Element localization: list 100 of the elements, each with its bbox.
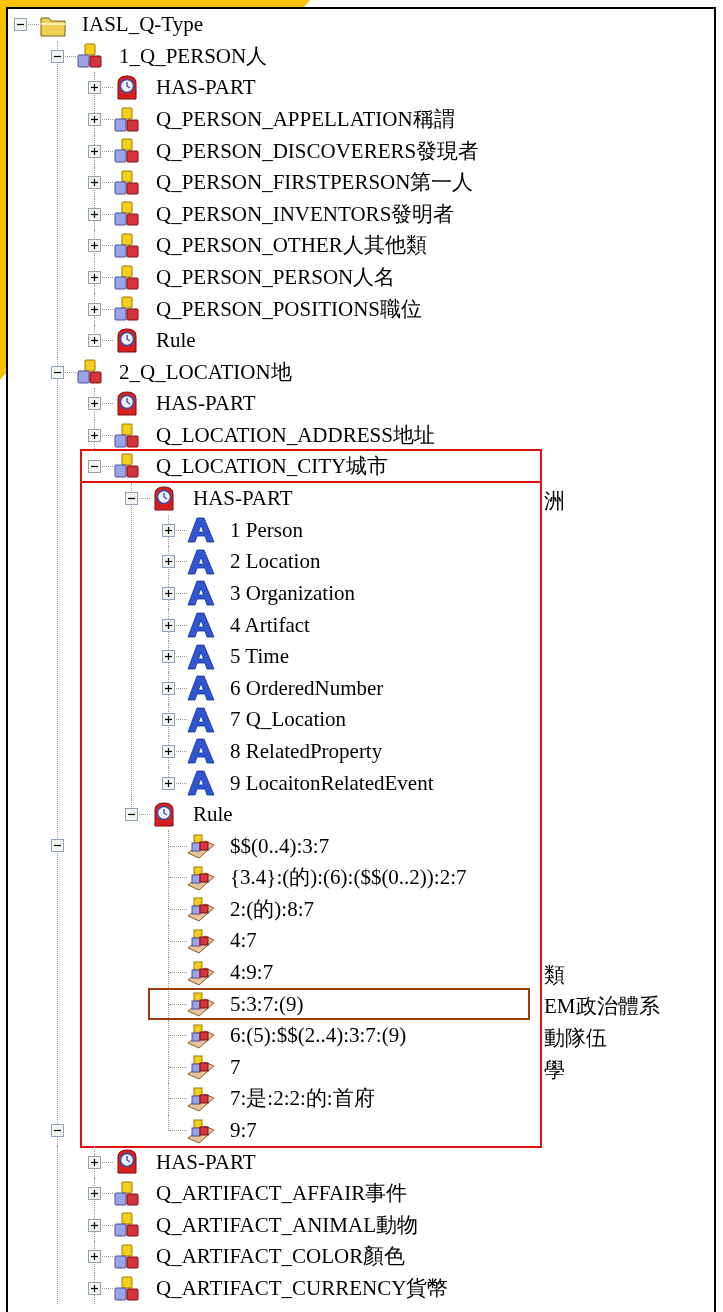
expand-icon[interactable]: [162, 650, 175, 664]
expand-icon[interactable]: [162, 555, 175, 569]
cubes-tray-icon: [187, 959, 215, 986]
tree-item-label[interactable]: Q_ARTIFACT_CURRENCY貨幣: [156, 1277, 449, 1301]
expand-icon[interactable]: [88, 207, 101, 221]
expand-icon[interactable]: [88, 176, 101, 190]
expand-icon[interactable]: [162, 744, 175, 758]
tree-item-label[interactable]: HAS-PART: [156, 76, 256, 100]
collapse-icon[interactable]: [51, 49, 64, 63]
tree-item-label[interactable]: 4:7: [230, 929, 257, 953]
expand-icon[interactable]: [162, 776, 175, 790]
letter-a-icon: [187, 770, 215, 797]
cubes-tray-icon: [187, 928, 215, 954]
cubes-tray-icon: [187, 1054, 215, 1081]
tree-item-label[interactable]: Q_PERSON_FIRSTPERSON第一人: [156, 171, 474, 195]
letter-a-icon: [187, 517, 215, 544]
collapse-icon[interactable]: [88, 459, 101, 473]
letter-a-icon: [187, 643, 215, 670]
expand-icon[interactable]: [88, 144, 101, 158]
tree-item-label[interactable]: Q_PERSON_PERSON人名: [156, 266, 396, 290]
expand-icon[interactable]: [88, 1218, 101, 1232]
collapse-icon[interactable]: [125, 492, 138, 506]
tree-item-label[interactable]: 7: [230, 1055, 241, 1079]
tree-item-label[interactable]: 2 Location: [230, 550, 321, 574]
tree-item-label[interactable]: {3.4}:(的):(6):($$(0..2)):2:7: [230, 866, 467, 890]
tree-item-label[interactable]: 4:9:7: [230, 961, 274, 985]
cubes-icon: [113, 264, 141, 291]
expand-icon[interactable]: [88, 239, 101, 253]
cubes-tray-icon: [187, 1117, 215, 1144]
tree-item-label[interactable]: 2:(的):8:7: [230, 897, 314, 921]
tree-item-label[interactable]: Q_ARTIFACT_COLOR顏色: [156, 1245, 406, 1269]
expand-icon[interactable]: [162, 523, 175, 537]
cubes-icon: [113, 1180, 141, 1207]
tree-item-label[interactable]: Rule: [156, 329, 196, 353]
collapse-icon[interactable]: [51, 839, 64, 853]
tree-item-label[interactable]: 2_Q_LOCATION地: [119, 360, 292, 384]
tree-item-label[interactable]: 9:7: [230, 1119, 257, 1143]
tree-item-label[interactable]: IASL_Q-Type: [82, 13, 203, 37]
tree-item-label[interactable]: 5 Time: [230, 645, 289, 669]
tree-item-label[interactable]: Q_PERSON_OTHER人其他類: [156, 234, 427, 258]
cubes-icon: [113, 296, 141, 323]
tree-item-label: 學: [544, 1056, 565, 1084]
cubes-icon: [113, 422, 141, 449]
cubes-icon: [113, 201, 141, 228]
expand-icon[interactable]: [88, 1155, 101, 1169]
cubes-icon: [113, 1275, 141, 1302]
cubes-icon: [76, 359, 104, 386]
letter-a-icon: [187, 548, 215, 575]
tree-item-label[interactable]: 3 Organization: [230, 581, 355, 606]
collapse-icon[interactable]: [125, 808, 138, 822]
expand-icon[interactable]: [162, 713, 175, 727]
tree-item-label[interactable]: 8 RelatedProperty: [230, 739, 383, 763]
tree-item-label[interactable]: Q_PERSON_INVENTORS發明者: [156, 202, 455, 226]
cubes-tray-icon: [187, 991, 215, 1018]
expand-icon[interactable]: [162, 681, 175, 695]
tree-item-label[interactable]: Q_ARTIFACT_AFFAIR事件: [156, 1182, 408, 1206]
tree-item-label[interactable]: Q_PERSON_DISCOVERERS發現者: [156, 139, 480, 163]
tree-item-label[interactable]: HAS-PART: [193, 487, 293, 511]
collapse-icon[interactable]: [51, 1123, 64, 1137]
tree-item-label[interactable]: $$(0..4):3:7: [230, 834, 330, 858]
collapse-icon[interactable]: [14, 18, 27, 32]
tree-item-label[interactable]: 1 Person: [230, 518, 303, 542]
tree-item-label[interactable]: Q_LOCATION_ADDRESS地址: [156, 423, 435, 448]
expand-icon[interactable]: [88, 302, 101, 316]
letter-a-icon: [187, 675, 215, 702]
tree-item-label: 洲: [544, 487, 565, 515]
collapse-icon[interactable]: [51, 365, 64, 379]
expand-icon[interactable]: [88, 271, 101, 285]
tree-item-label[interactable]: 4 Artifact: [230, 613, 310, 637]
expand-icon[interactable]: [162, 587, 175, 600]
tree-item-label[interactable]: Q_PERSON_APPELLATION稱謂: [156, 108, 455, 132]
tree-item-label[interactable]: 6 OrderedNumber: [230, 676, 384, 700]
expand-icon[interactable]: [88, 334, 101, 348]
expand-icon[interactable]: [88, 1187, 101, 1201]
cubes-tray-icon: [187, 1022, 215, 1049]
tree-item-label[interactable]: 5:3:7:(9): [230, 992, 304, 1016]
expand-icon[interactable]: [88, 1282, 101, 1296]
letter-a-icon: [187, 612, 215, 639]
tree-item-label[interactable]: Q_LOCATION_CITY城市: [156, 454, 389, 478]
expand-icon[interactable]: [88, 81, 101, 95]
tree-item-label[interactable]: HAS-PART: [156, 1150, 256, 1174]
tree-item-label[interactable]: 7:是:2:2:的:首府: [230, 1087, 375, 1111]
expand-icon[interactable]: [88, 397, 101, 411]
expand-icon[interactable]: [88, 113, 101, 127]
tree-item-label[interactable]: Q_PERSON_POSITIONS職位: [156, 297, 423, 321]
tree-item-label[interactable]: 9 LocaitonRelatedEvent: [230, 771, 434, 795]
expand-icon[interactable]: [88, 1250, 101, 1264]
tree-item-label[interactable]: 7 Q_Location: [230, 708, 347, 732]
expand-icon[interactable]: [162, 618, 175, 632]
cubes-icon: [113, 1212, 141, 1239]
cubes-icon: [76, 43, 104, 70]
tree-item-label[interactable]: HAS-PART: [156, 392, 256, 416]
expand-icon[interactable]: [88, 429, 101, 442]
cubes-icon: [113, 1243, 141, 1270]
tree-item-label[interactable]: 1_Q_PERSON人: [119, 44, 268, 68]
tree-item-label[interactable]: Q_ARTIFACT_ANIMAL動物: [156, 1213, 418, 1237]
cubes-tray-icon: [187, 833, 215, 860]
tree-item-label[interactable]: 6:(5):$$(2..4):3:7:(9): [230, 1024, 407, 1048]
tree-item-label[interactable]: Rule: [193, 803, 233, 827]
cubes-tray-icon: [187, 1086, 215, 1112]
